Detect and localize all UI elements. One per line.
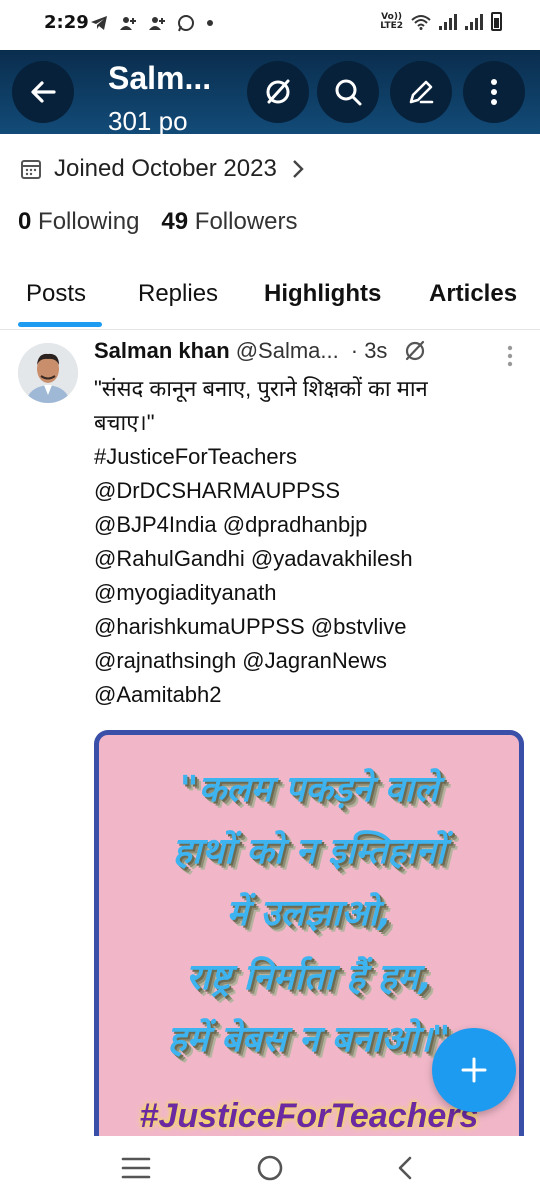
tab-posts[interactable]: Posts bbox=[26, 280, 86, 308]
pencil-icon bbox=[409, 80, 434, 104]
grok-icon[interactable] bbox=[403, 339, 427, 363]
profile-title: Salm... bbox=[108, 60, 212, 96]
plus-icon bbox=[461, 1057, 487, 1083]
notification-icons bbox=[90, 12, 214, 32]
mention-link[interactable]: @DrDCSHARMAUPPSS bbox=[94, 474, 524, 508]
joined-text: Joined October 2023 bbox=[54, 155, 277, 182]
hashtag-link[interactable]: #JusticeForTeachers bbox=[94, 440, 524, 474]
home-icon[interactable] bbox=[256, 1154, 284, 1182]
mention-link[interactable]: @rajnathsingh @JagranNews bbox=[94, 644, 524, 678]
battery-icon bbox=[491, 12, 502, 31]
more-vertical-icon bbox=[491, 79, 497, 105]
status-time: 2:29 bbox=[44, 12, 89, 33]
grok-button[interactable] bbox=[247, 61, 309, 123]
mention-link[interactable]: @RahulGandhi @yadavakhilesh bbox=[94, 542, 524, 576]
followers-count: 49 bbox=[161, 208, 189, 235]
post-timestamp: · 3s bbox=[350, 338, 388, 363]
poster-text-line: में उलझाओ, bbox=[226, 893, 392, 934]
volte-label: Vo)) LTE2 bbox=[380, 11, 403, 31]
person-add-icon bbox=[149, 16, 166, 30]
mention-link[interactable]: @BJP4India @dpradhanbjp bbox=[94, 508, 524, 542]
signal-icon bbox=[439, 13, 457, 30]
system-nav-bar bbox=[0, 1136, 540, 1200]
following-link[interactable]: 0 Following bbox=[18, 208, 139, 235]
compose-post-button[interactable] bbox=[432, 1028, 516, 1112]
poster-text-line: "कलम पकड़ने वाले bbox=[179, 769, 439, 810]
avatar-photo bbox=[18, 343, 78, 403]
profile-tabs: Posts Replies Highlights Articles bbox=[0, 272, 540, 330]
avatar[interactable] bbox=[18, 343, 78, 403]
back-button[interactable] bbox=[12, 61, 74, 123]
followers-link[interactable]: 49 Followers bbox=[161, 208, 297, 235]
signal-icon bbox=[465, 13, 483, 30]
telegram-icon bbox=[91, 15, 107, 30]
back-nav-icon[interactable] bbox=[396, 1155, 414, 1181]
post-more-icon[interactable] bbox=[506, 344, 514, 370]
chevron-right-icon bbox=[292, 160, 304, 178]
tab-replies[interactable]: Replies bbox=[138, 280, 218, 308]
mention-link[interactable]: @Aamitabh2 bbox=[94, 678, 524, 712]
post-text-line: बचाए।" bbox=[94, 410, 155, 435]
poster-text-line: हाथों को न इम्तिहानों bbox=[172, 831, 446, 872]
post-count: 301 po bbox=[108, 106, 188, 134]
post-author-name[interactable]: Salman khan bbox=[94, 338, 230, 364]
poster-text-line: राष्ट्र निर्माता हैं हम, bbox=[185, 957, 433, 998]
following-count: 0 bbox=[18, 208, 32, 235]
post-author-handle[interactable]: @Salma... bbox=[236, 338, 339, 364]
follow-stats: 0 Following 49 Followers bbox=[18, 208, 298, 236]
wifi-icon bbox=[411, 14, 431, 30]
search-icon bbox=[335, 79, 362, 106]
post-text-line: "संसद कानून बनाए, पुराने शिक्षकों का मान bbox=[94, 376, 428, 401]
recents-icon[interactable] bbox=[121, 1156, 151, 1180]
calendar-icon bbox=[21, 160, 41, 179]
followers-label: Followers bbox=[194, 208, 298, 235]
back-arrow-icon bbox=[31, 81, 56, 103]
following-label: Following bbox=[38, 208, 140, 235]
whatsapp-icon bbox=[178, 14, 195, 31]
status-bar: 2:29 Vo)) LTE2 bbox=[0, 0, 540, 50]
post-text: "संसद कानून बनाए, पुराने शिक्षकों का मान… bbox=[94, 372, 524, 712]
status-right: Vo)) LTE2 bbox=[380, 12, 502, 31]
mention-link[interactable]: @myogiadityanath bbox=[94, 576, 524, 610]
more-options-button[interactable] bbox=[463, 61, 525, 123]
dot-icon bbox=[207, 19, 214, 26]
mention-link[interactable]: @harishkumaUPPSS @bstvlive bbox=[94, 610, 524, 644]
post-header: Salman khan @Salma... · 3s bbox=[94, 338, 427, 364]
search-button[interactable] bbox=[317, 61, 379, 123]
profile-header-bar: Salm... 301 po bbox=[0, 50, 540, 134]
joined-date-row[interactable]: Joined October 2023 bbox=[20, 155, 317, 183]
tab-highlights[interactable]: Highlights bbox=[264, 280, 381, 308]
active-tab-indicator bbox=[18, 322, 102, 327]
edit-button[interactable] bbox=[390, 61, 452, 123]
person-add-icon bbox=[120, 16, 137, 30]
grok-icon bbox=[266, 79, 290, 104]
tab-articles[interactable]: Articles bbox=[429, 280, 517, 308]
